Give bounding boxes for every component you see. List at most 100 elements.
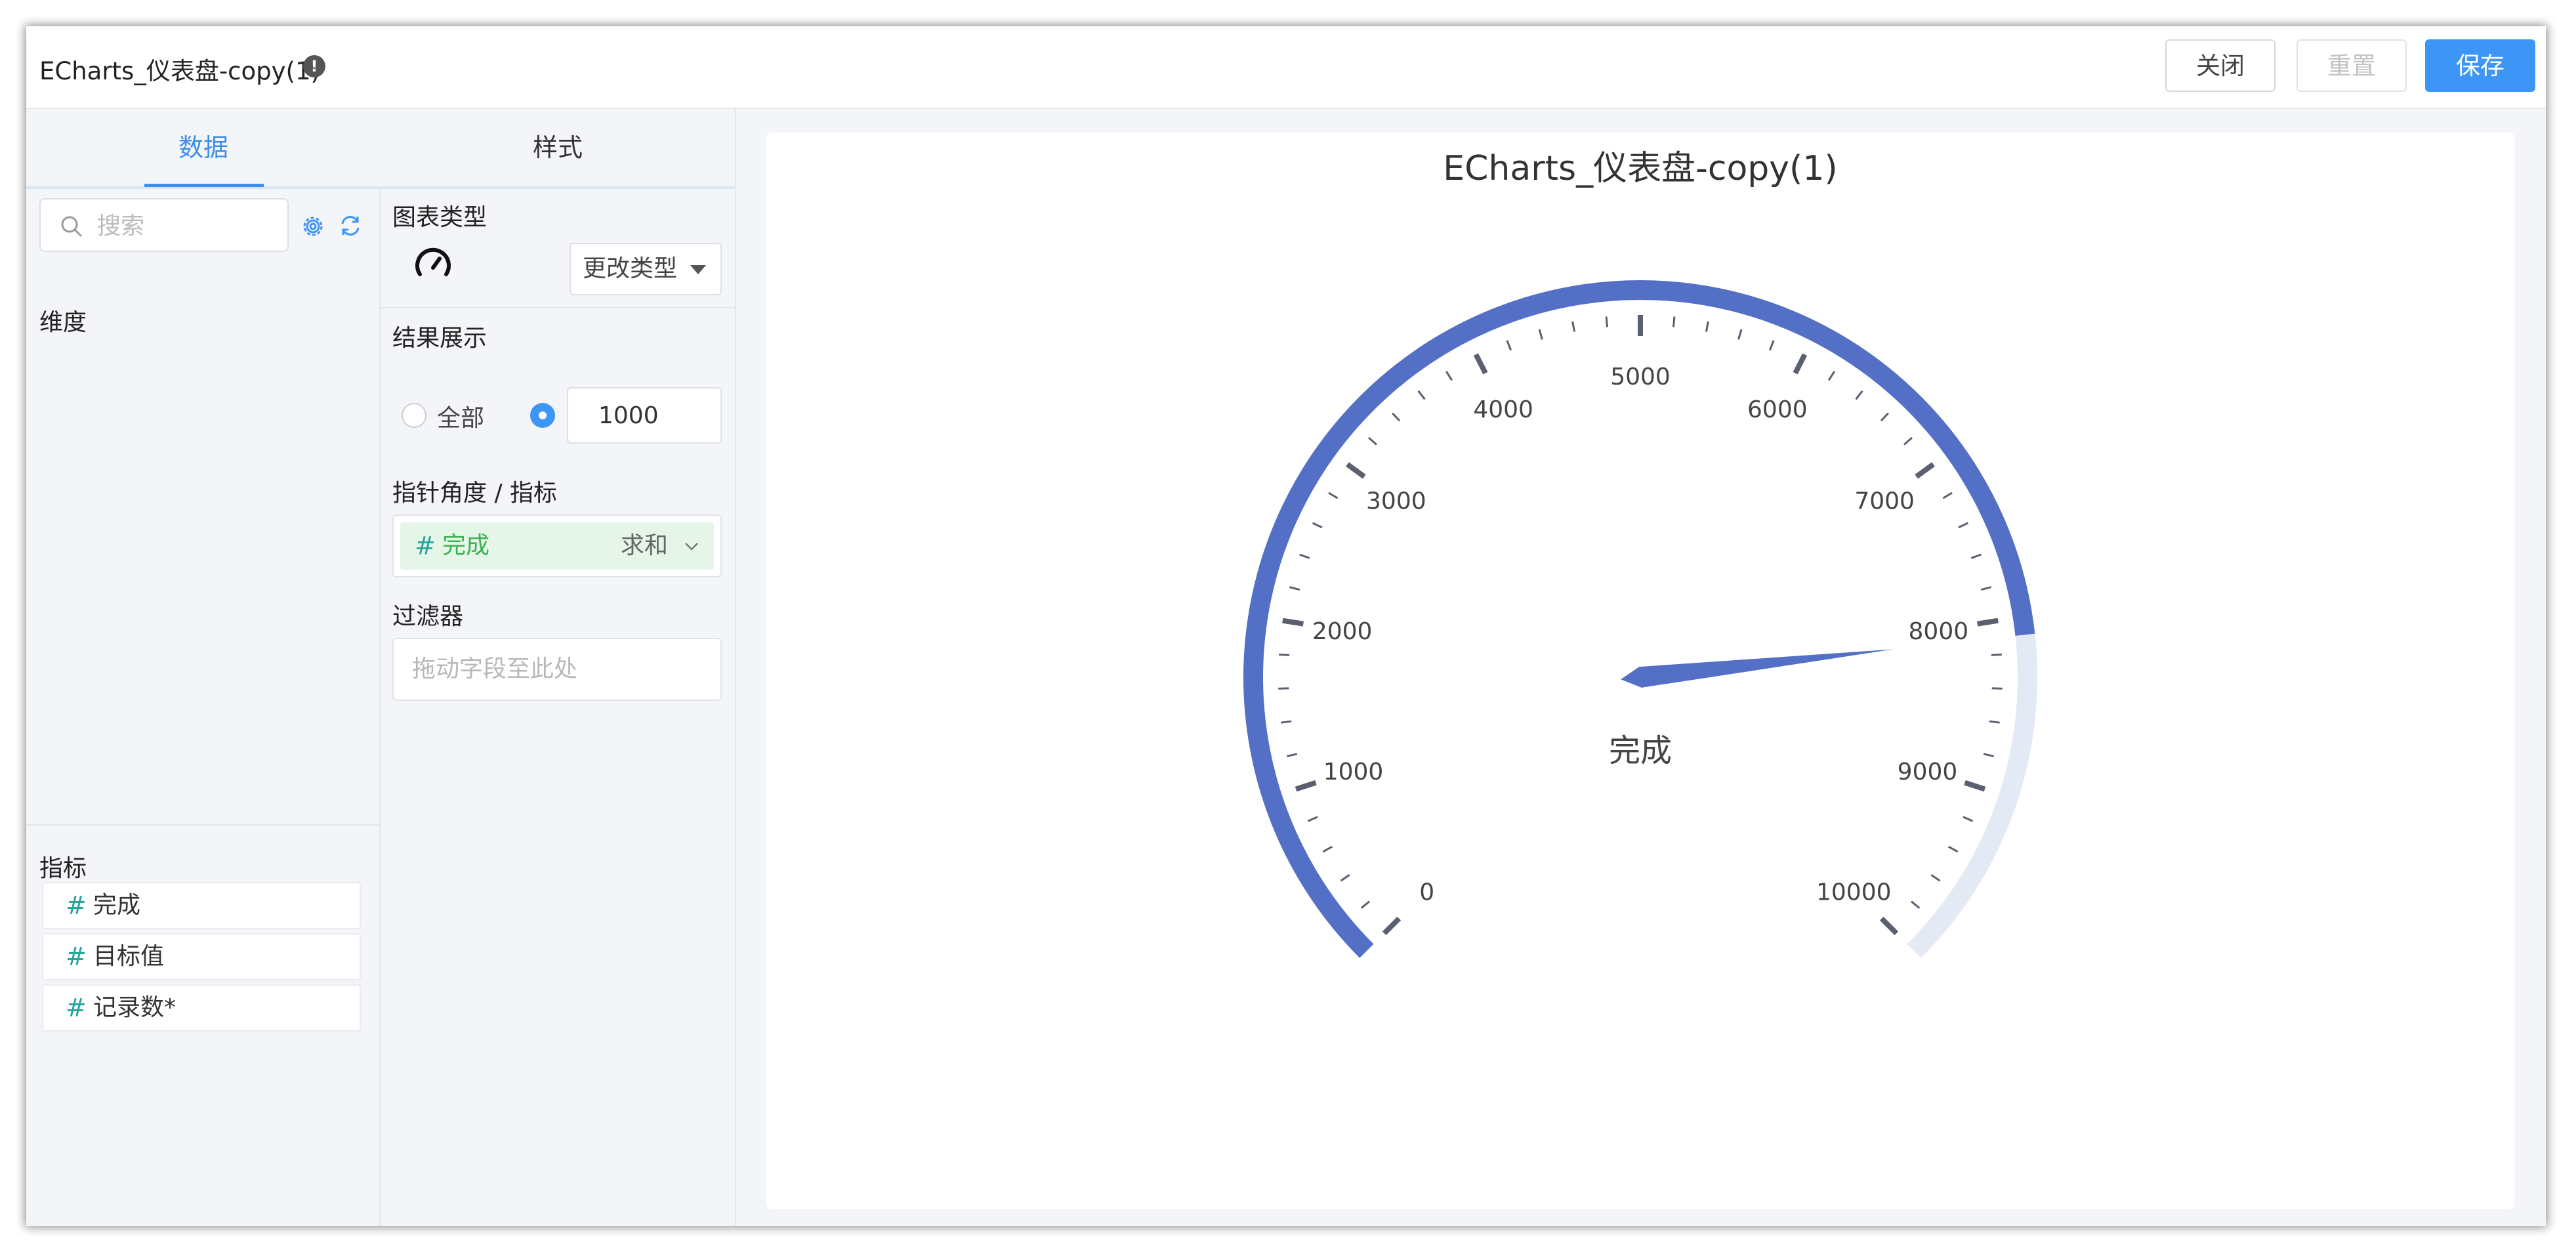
gauge-minor-tick (1970, 553, 1982, 559)
gauge-tick-label: 8000 (1909, 618, 1969, 645)
caret-down-icon (690, 265, 706, 274)
gauge-minor-tick (1328, 492, 1339, 499)
metric-item[interactable]: # 记录数* (42, 984, 361, 1032)
gauge-tick-label: 3000 (1366, 488, 1426, 515)
gear-icon[interactable] (301, 214, 325, 239)
config-column: 图表类型 更改类型 结果展示 全部 指针角度 / 指标 # 完成 求和 (381, 189, 735, 1226)
gauge-tick-label: 2000 (1312, 618, 1373, 645)
gauge-minor-tick (1360, 900, 1370, 910)
chart-card: ECharts_仪表盘-copy(1) 0 1000 2000 3000 4000 500… (766, 133, 2514, 1209)
gauge-minor-tick (1947, 845, 1959, 853)
hash-icon: # (66, 994, 87, 1022)
gauge-minor-tick (1286, 753, 1298, 757)
hash-icon: # (66, 942, 87, 971)
gauge-minor-tick (1278, 653, 1290, 656)
radio-limit[interactable] (530, 403, 555, 428)
field-name: 完成 (442, 532, 490, 559)
gauge-minor-tick (1538, 329, 1543, 340)
gauge-major-tick (1473, 353, 1488, 375)
pointer-field-slot: # 完成 求和 (392, 514, 722, 577)
gauge-minor-tick (1768, 340, 1775, 351)
gauge-minor-tick (1289, 586, 1300, 591)
gauge-minor-tick (1737, 329, 1743, 340)
gauge-minor-tick (1991, 653, 2003, 656)
gauge-tick-label: 7000 (1854, 488, 1915, 515)
reset-button[interactable]: 重置 (2296, 39, 2407, 92)
gauge-minor-tick (1942, 492, 1953, 499)
gauge-minor-tick (1855, 390, 1863, 400)
result-label: 结果展示 (392, 325, 488, 352)
hash-icon: # (66, 891, 87, 920)
active-tab-indicator (144, 184, 264, 187)
left-panel: 数据 样式 维度 (26, 109, 736, 1226)
gauge-minor-tick (1963, 816, 1974, 822)
gauge-minor-tick (1991, 687, 2003, 690)
gauge-tick-label: 5000 (1610, 364, 1671, 390)
tab-data[interactable]: 数据 (26, 109, 381, 186)
editor-window: ECharts_仪表盘-copy(1) ! 关闭 重置 保存 数据 样式 搜索 … (26, 26, 2546, 1226)
field-chip[interactable]: # 完成 求和 (400, 522, 714, 570)
close-button[interactable]: 关闭 (2165, 39, 2275, 92)
gauge-minor-tick (1880, 412, 1889, 422)
gauge-major-tick (1976, 618, 1999, 627)
limit-input[interactable] (567, 387, 722, 444)
gauge-major-tick (1346, 462, 1366, 479)
hash-icon: # (415, 532, 436, 560)
gauge-tick-label: 9000 (1898, 759, 1958, 785)
gauge-pointer (1621, 649, 1894, 688)
dimension-title: 维度 (39, 309, 87, 336)
gauge-minor-tick (1605, 316, 1609, 327)
tab-style[interactable]: 样式 (381, 109, 735, 186)
refresh-icon[interactable] (339, 214, 362, 238)
metric-item[interactable]: # 目标值 (42, 933, 361, 980)
gauge-minor-tick (1417, 390, 1426, 400)
change-type-label: 更改类型 (583, 255, 678, 282)
radio-all-label: 全部 (437, 405, 485, 432)
gauge-minor-tick (1312, 522, 1323, 529)
search-box[interactable] (39, 198, 289, 252)
gauge-minor-tick (1930, 874, 1941, 882)
panel-tabs: 数据 样式 (26, 109, 735, 189)
metric-label: 记录数* (93, 994, 177, 1021)
chart-title: ECharts_仪表盘-copy(1) (1443, 149, 1837, 188)
change-type-dropdown[interactable]: 更改类型 (570, 243, 722, 295)
gauge-minor-tick (1989, 720, 2000, 724)
metric-item[interactable]: # 完成 (42, 882, 361, 929)
filter-label: 过滤器 (392, 603, 464, 630)
gauge-minor-tick (1299, 553, 1310, 559)
gauge-minor-tick (1705, 321, 1709, 332)
gauge-icon[interactable] (412, 243, 454, 285)
gauge-minor-tick (1911, 900, 1921, 910)
gauge-tick-label: 6000 (1747, 396, 1808, 423)
save-button[interactable]: 保存 (2425, 39, 2535, 92)
filter-drop-zone[interactable]: 拖动字段至此处 (392, 638, 722, 701)
section-divider (381, 307, 735, 308)
chevron-down-icon[interactable] (684, 538, 699, 554)
page-title: ECharts_仪表盘-copy(1) (39, 57, 320, 85)
search-input[interactable] (96, 206, 282, 245)
gauge-tick-label: 4000 (1473, 396, 1533, 423)
gauge-minor-tick (1571, 321, 1576, 332)
header-bar: ECharts_仪表盘-copy(1) ! 关闭 重置 保存 (26, 26, 2546, 109)
pointer-label: 指针角度 / 指标 (392, 480, 558, 507)
gauge-minor-tick (1958, 522, 1969, 529)
gauge-major-tick (1295, 780, 1317, 792)
gauge-minor-tick (1322, 845, 1333, 853)
gauge-major-tick (1964, 780, 1986, 792)
gauge-minor-tick (1827, 371, 1836, 381)
gauge-major-tick (1793, 353, 1808, 375)
radio-all[interactable] (402, 403, 426, 428)
gauge-minor-tick (1392, 412, 1401, 422)
gauge-major-tick (1879, 916, 1899, 936)
gauge-tick-label: 1000 (1323, 759, 1384, 785)
gauge-chart: ECharts_仪表盘-copy(1) 0 1000 2000 3000 4000 500… (1243, 149, 2037, 958)
gauge-tick-label: 10000 (1816, 879, 1892, 906)
metric-label: 目标值 (93, 943, 165, 970)
fields-column: 维度 指标 # 完成 # 目标值 # 记录数* (26, 189, 381, 1226)
info-icon[interactable]: ! (303, 55, 325, 77)
metric-title: 指标 (39, 855, 87, 882)
chart-type-label: 图表类型 (392, 204, 488, 231)
gauge-minor-tick (1278, 687, 1289, 690)
gauge-minor-tick (1307, 816, 1318, 822)
gauge-major-tick (1282, 618, 1304, 627)
